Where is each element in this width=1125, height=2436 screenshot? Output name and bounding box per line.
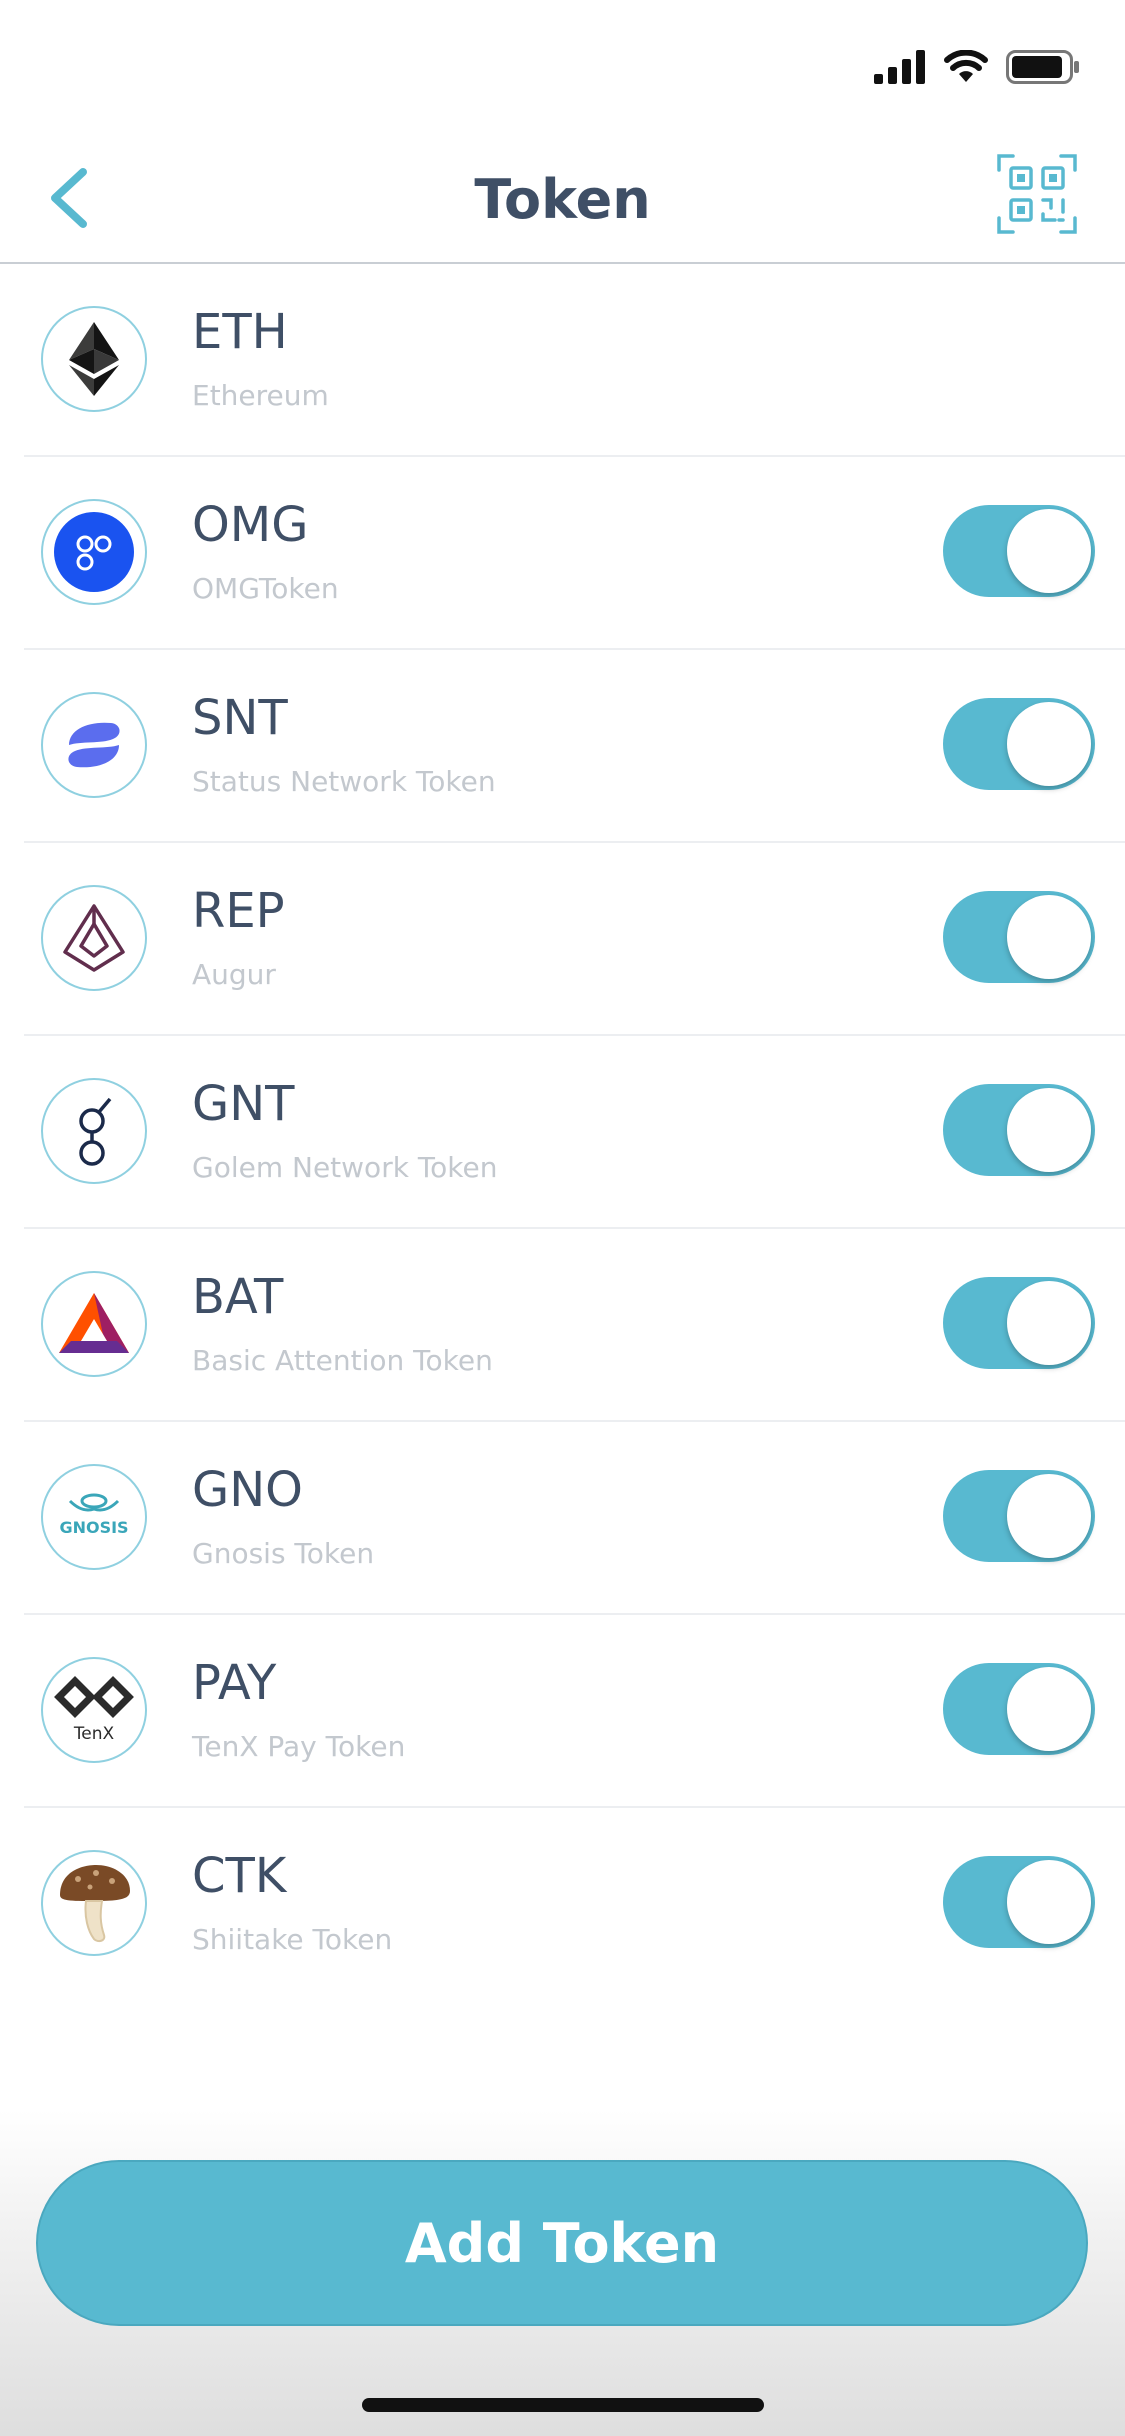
token-symbol: CTK xyxy=(192,1848,287,1904)
shiitake-logo-icon xyxy=(41,1850,147,1956)
token-symbol: GNT xyxy=(192,1076,295,1132)
tenx-logo-icon: TenX xyxy=(41,1657,147,1763)
toggle-knob xyxy=(1007,1088,1091,1172)
gnosis-logo-text: GNOSIS xyxy=(59,1518,128,1537)
ethereum-logo-icon xyxy=(41,306,147,412)
token-name: Augur xyxy=(192,958,276,991)
token-row-gnt[interactable]: GNT Golem Network Token xyxy=(24,1036,1125,1229)
token-name: Gnosis Token xyxy=(192,1537,375,1570)
token-name: Golem Network Token xyxy=(192,1151,498,1184)
status-bar xyxy=(0,0,1125,140)
qr-code-icon xyxy=(997,154,1077,234)
token-toggle-ctk[interactable] xyxy=(943,1856,1095,1948)
token-symbol: SNT xyxy=(192,690,288,746)
token-toggle-snt[interactable] xyxy=(943,698,1095,790)
gnosis-logo-icon: GNOSIS xyxy=(41,1464,147,1570)
toggle-knob xyxy=(1007,895,1091,979)
qr-scan-button[interactable] xyxy=(997,154,1077,234)
token-toggle-gno[interactable] xyxy=(943,1470,1095,1562)
token-symbol: OMG xyxy=(192,497,309,553)
token-name: Ethereum xyxy=(192,379,329,412)
page-title: Token xyxy=(474,168,651,231)
toggle-knob xyxy=(1007,1860,1091,1944)
token-symbol: GNO xyxy=(192,1462,303,1518)
cellular-signal-icon xyxy=(874,50,925,84)
add-token-button[interactable]: Add Token xyxy=(36,2160,1088,2326)
token-name: Status Network Token xyxy=(192,765,496,798)
token-name: Basic Attention Token xyxy=(192,1344,493,1377)
toggle-knob xyxy=(1007,1281,1091,1365)
toggle-knob xyxy=(1007,1474,1091,1558)
token-row-pay[interactable]: TenX PAY TenX Pay Token xyxy=(24,1615,1125,1808)
token-toggle-bat[interactable] xyxy=(943,1277,1095,1369)
token-row-eth[interactable]: ETH Ethereum xyxy=(24,264,1125,457)
navigation-bar: Token xyxy=(0,140,1125,264)
token-row-rep[interactable]: REP Augur xyxy=(24,843,1125,1036)
token-row-omg[interactable]: OMG OMGToken xyxy=(24,457,1125,650)
token-symbol: ETH xyxy=(192,304,288,360)
token-list: ETH Ethereum OMG OMGToken SNT Status Net… xyxy=(24,264,1125,2001)
token-symbol: REP xyxy=(192,883,285,939)
token-toggle-rep[interactable] xyxy=(943,891,1095,983)
token-row-snt[interactable]: SNT Status Network Token xyxy=(24,650,1125,843)
token-row-bat[interactable]: BAT Basic Attention Token xyxy=(24,1229,1125,1422)
token-row-gno[interactable]: GNOSIS GNO Gnosis Token xyxy=(24,1422,1125,1615)
tenx-logo-text: TenX xyxy=(73,1724,115,1744)
token-toggle-pay[interactable] xyxy=(943,1663,1095,1755)
token-symbol: BAT xyxy=(192,1269,284,1325)
token-toggle-gnt[interactable] xyxy=(943,1084,1095,1176)
golem-logo-icon xyxy=(41,1078,147,1184)
token-name: OMGToken xyxy=(192,572,339,605)
battery-icon xyxy=(1006,50,1079,84)
token-toggle-omg[interactable] xyxy=(943,505,1095,597)
omg-logo-icon xyxy=(41,499,147,605)
token-name: TenX Pay Token xyxy=(192,1730,406,1763)
toggle-knob xyxy=(1007,702,1091,786)
token-name: Shiitake Token xyxy=(192,1923,393,1956)
bat-logo-icon xyxy=(41,1271,147,1377)
augur-logo-icon xyxy=(41,885,147,991)
token-symbol: PAY xyxy=(192,1655,277,1711)
home-indicator xyxy=(362,2398,764,2412)
token-row-ctk[interactable]: CTK Shiitake Token xyxy=(24,1808,1125,2001)
toggle-knob xyxy=(1007,509,1091,593)
status-icons xyxy=(874,50,1080,84)
status-logo-icon xyxy=(41,692,147,798)
wifi-icon xyxy=(944,50,988,82)
toggle-knob xyxy=(1007,1667,1091,1751)
